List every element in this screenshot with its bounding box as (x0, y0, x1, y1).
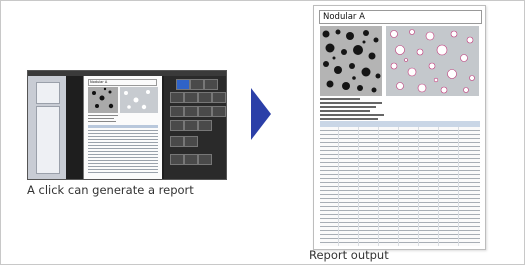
tool-button[interactable] (204, 79, 218, 90)
tool-button[interactable] (184, 120, 198, 131)
report-info-block (320, 98, 420, 120)
left-caption: A click can generate a report (27, 183, 194, 197)
preview-content (88, 87, 158, 173)
report-micrograph-original (320, 26, 382, 96)
tool-button[interactable] (198, 154, 212, 165)
tool-button[interactable] (176, 79, 190, 90)
tool-button[interactable] (170, 136, 184, 147)
report-results-table (320, 121, 480, 246)
tool-button[interactable] (170, 106, 184, 117)
tool-button[interactable] (212, 106, 226, 117)
tool-button[interactable] (184, 136, 198, 147)
app-report-preview: Nodular A (83, 76, 162, 179)
tool-button[interactable] (170, 154, 184, 165)
app-left-sidebar (28, 76, 66, 179)
tool-button[interactable] (190, 79, 204, 90)
tool-button[interactable] (198, 106, 212, 117)
tool-button[interactable] (198, 120, 212, 131)
right-caption: Report output (309, 248, 389, 262)
right-arrow-icon (251, 88, 271, 140)
report-micrograph-analyzed (386, 26, 479, 96)
tool-button[interactable] (198, 92, 212, 103)
table-rows (320, 127, 480, 246)
tool-button[interactable] (212, 92, 226, 103)
sidebar-block (36, 82, 60, 104)
software-screenshot: Nodular A (27, 70, 227, 180)
tool-button[interactable] (184, 154, 198, 165)
tool-button[interactable] (170, 92, 184, 103)
tool-button[interactable] (184, 92, 198, 103)
app-tool-panel (164, 76, 226, 179)
report-title: Nodular A (319, 10, 482, 24)
sidebar-block (36, 106, 60, 174)
tool-button[interactable] (184, 106, 198, 117)
report-output-page: Nodular A (313, 5, 486, 250)
tool-button[interactable] (170, 120, 184, 131)
